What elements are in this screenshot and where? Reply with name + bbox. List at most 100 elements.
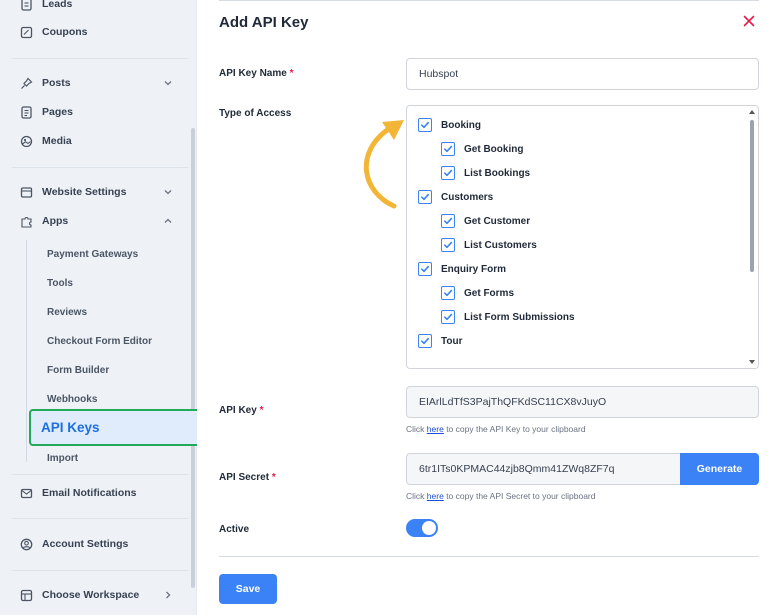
access-checkbox-item[interactable]: Tour bbox=[418, 333, 462, 349]
sidebar-subitem-form-builder[interactable]: Form Builder bbox=[0, 359, 190, 381]
checkbox[interactable] bbox=[418, 334, 432, 348]
input-value: Hubspot bbox=[419, 68, 459, 80]
checkmark-icon bbox=[444, 217, 453, 225]
sidebar-divider bbox=[12, 58, 188, 59]
sidebar-item-media[interactable]: Media bbox=[0, 129, 190, 153]
type-of-access-list[interactable]: Booking Get Booking List Bookings Customers… bbox=[406, 105, 759, 369]
sidebar-item-label: Website Settings bbox=[42, 186, 127, 198]
checkbox[interactable] bbox=[418, 262, 432, 276]
copy-api-secret-link[interactable]: here bbox=[427, 491, 444, 501]
checkbox-label: List Bookings bbox=[464, 167, 531, 179]
access-checkbox-item[interactable]: List Form Submissions bbox=[441, 309, 575, 325]
access-checkbox-item[interactable]: Get Customer bbox=[441, 213, 530, 229]
chevron-right-icon[interactable] bbox=[163, 590, 173, 600]
access-checkbox-item[interactable]: Booking bbox=[418, 117, 481, 133]
api-secret-label: API Secret * bbox=[219, 472, 276, 483]
sidebar-item-leads[interactable]: Leads bbox=[0, 0, 190, 16]
label-text: API Secret bbox=[219, 472, 270, 483]
checkmark-icon bbox=[444, 313, 453, 321]
sidebar-item-label: Email Notifications bbox=[42, 487, 137, 499]
access-checkbox-item[interactable]: Get Booking bbox=[441, 141, 523, 157]
sidebar-item-label: Posts bbox=[42, 77, 71, 89]
checkmark-icon bbox=[421, 121, 430, 129]
api-key-name-input[interactable]: Hubspot bbox=[406, 58, 759, 90]
checkbox-label: Customers bbox=[441, 191, 494, 203]
api-key-field[interactable]: EIArlLdTfS3PajThQFKdSC11CX8vJuyO bbox=[406, 386, 759, 418]
add-api-key-modal: Add API Key API Key Name * Hubspot Type … bbox=[197, 0, 782, 615]
sidebar-subitem-api-keys[interactable]: API Keys bbox=[29, 409, 206, 446]
sidebar-subitem-label: Tools bbox=[47, 277, 73, 289]
sidebar-subitem-reviews[interactable]: Reviews bbox=[0, 301, 190, 323]
checkbox[interactable] bbox=[441, 310, 455, 324]
checkmark-icon bbox=[421, 193, 430, 201]
sidebar-item-choose-workspace[interactable]: Choose Workspace bbox=[0, 583, 190, 607]
sidebar-item-label: Apps bbox=[42, 215, 69, 227]
sidebar-subitem-payment-gateways[interactable]: Payment Gateways bbox=[0, 243, 190, 265]
sidebar-scrollbar[interactable] bbox=[191, 128, 195, 588]
api-key-name-label: API Key Name * bbox=[219, 68, 294, 79]
copy-api-key-link[interactable]: here bbox=[427, 424, 444, 434]
sidebar-item-label: Account Settings bbox=[42, 538, 129, 550]
input-value: EIArlLdTfS3PajThQFKdSC11CX8vJuyO bbox=[419, 396, 607, 408]
annotation-arrow-icon bbox=[363, 120, 404, 209]
checkbox[interactable] bbox=[441, 166, 455, 180]
checkmark-icon bbox=[444, 289, 453, 297]
checkbox-label: Tour bbox=[441, 335, 463, 347]
access-list-scrollbar[interactable] bbox=[750, 120, 754, 272]
active-toggle[interactable] bbox=[406, 519, 438, 537]
access-checkbox-item[interactable]: Get Forms bbox=[441, 285, 514, 301]
required-mark: * bbox=[289, 68, 294, 79]
checkbox-label: Get Forms bbox=[464, 287, 515, 299]
workspace-icon bbox=[19, 588, 34, 603]
checkbox[interactable] bbox=[441, 286, 455, 300]
chevron-down-icon[interactable] bbox=[163, 78, 173, 88]
sidebar-subitem-tools[interactable]: Tools bbox=[0, 272, 190, 294]
type-of-access-label: Type of Access bbox=[219, 108, 292, 119]
sidebar-item-coupons[interactable]: Coupons bbox=[0, 20, 190, 44]
close-icon[interactable] bbox=[742, 14, 756, 28]
label-text: API Key Name bbox=[219, 68, 287, 79]
hint-text: Click bbox=[406, 491, 425, 501]
media-icon bbox=[19, 134, 34, 149]
required-mark: * bbox=[259, 405, 264, 416]
chevron-down-icon[interactable] bbox=[163, 187, 173, 197]
access-checkbox-item[interactable]: List Bookings bbox=[441, 165, 530, 181]
hint-text: Click bbox=[406, 424, 425, 434]
sidebar-item-pages[interactable]: Pages bbox=[0, 100, 190, 124]
sidebar-item-account-settings[interactable]: Account Settings bbox=[0, 532, 190, 556]
required-mark: * bbox=[271, 472, 276, 483]
access-checkbox-item[interactable]: Customers bbox=[418, 189, 493, 205]
api-key-hint: Click here to copy the API Key to your c… bbox=[406, 424, 586, 434]
sidebar-subitem-label: Checkout Form Editor bbox=[47, 335, 153, 347]
sidebar-item-apps[interactable]: Apps bbox=[0, 209, 190, 233]
sidebar-subitem-import[interactable]: Import bbox=[0, 447, 190, 469]
sidebar-item-label: Pages bbox=[42, 106, 73, 118]
label-text: API Key bbox=[219, 405, 257, 416]
checkbox[interactable] bbox=[418, 190, 432, 204]
sidebar-subitem-checkout-form-editor[interactable]: Checkout Form Editor bbox=[0, 330, 190, 352]
checkbox-label: Enquiry Form bbox=[441, 263, 507, 275]
sidebar-item-email-notifications[interactable]: Email Notifications bbox=[0, 481, 190, 505]
document-icon bbox=[19, 0, 34, 12]
checkbox[interactable] bbox=[441, 142, 455, 156]
envelope-icon bbox=[19, 486, 34, 501]
sidebar-item-website-settings[interactable]: Website Settings bbox=[0, 180, 190, 204]
sidebar-item-label: Media bbox=[42, 135, 72, 147]
generate-button[interactable]: Generate bbox=[680, 453, 759, 485]
checkbox[interactable] bbox=[441, 238, 455, 252]
sidebar-item-posts[interactable]: Posts bbox=[0, 71, 190, 95]
checkmark-icon bbox=[444, 241, 453, 249]
save-button[interactable]: Save bbox=[219, 574, 277, 604]
sidebar-divider bbox=[12, 167, 188, 168]
scroll-up-arrow[interactable] bbox=[749, 110, 755, 114]
access-checkbox-item[interactable]: Enquiry Form bbox=[418, 261, 506, 277]
sidebar-subitem-label: Webhooks bbox=[47, 393, 98, 405]
scroll-down-arrow[interactable] bbox=[749, 360, 755, 364]
checkbox-label: Get Customer bbox=[464, 215, 531, 227]
api-secret-field[interactable]: 6tr1ITs0KPMAC44zjb8Qmm41ZWq8ZF7q bbox=[406, 453, 680, 485]
checkbox[interactable] bbox=[418, 118, 432, 132]
checkbox[interactable] bbox=[441, 214, 455, 228]
chevron-up-icon[interactable] bbox=[163, 216, 173, 226]
sidebar-subitem-webhooks[interactable]: Webhooks bbox=[0, 388, 190, 410]
access-checkbox-item[interactable]: List Customers bbox=[441, 237, 537, 253]
